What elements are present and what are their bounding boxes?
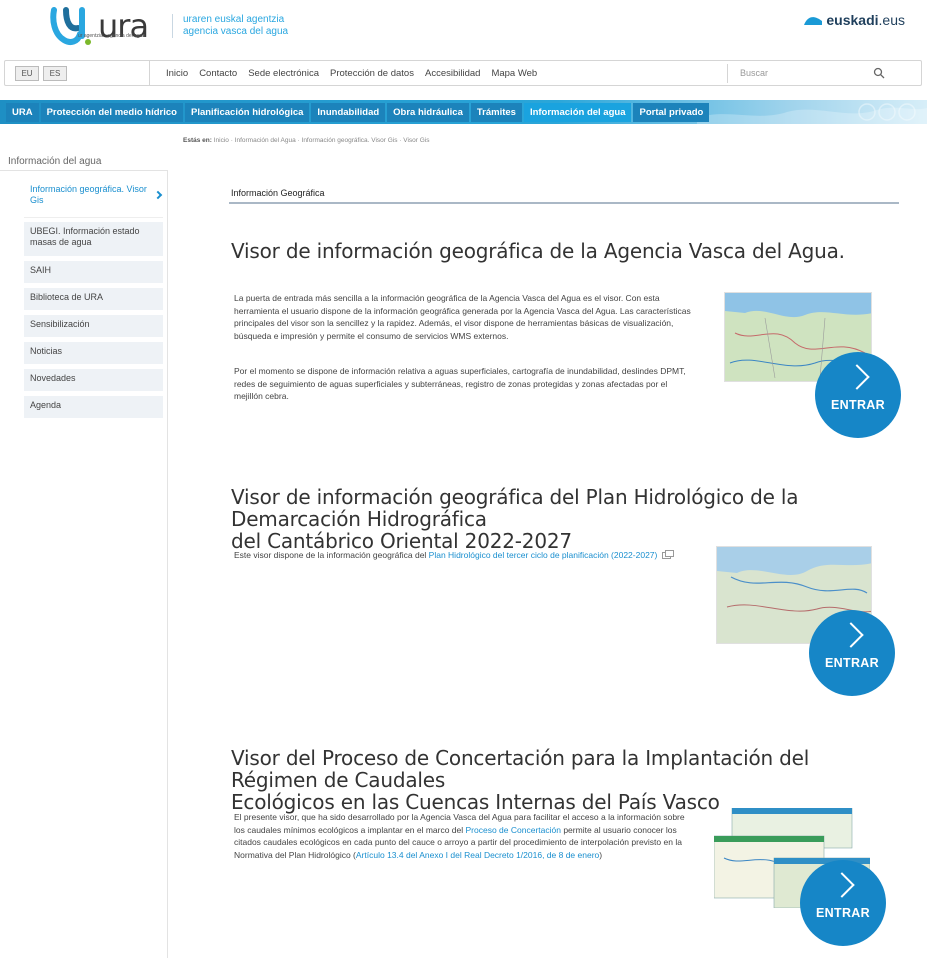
agency-line-es: agencia vasca del agua xyxy=(183,26,289,37)
sidebar-item-saih[interactable]: SAIH xyxy=(24,261,163,283)
sidebar-item-label: Biblioteca de URA xyxy=(30,292,104,302)
section-divider xyxy=(229,202,899,204)
entrar-label: ENTRAR xyxy=(831,398,885,412)
ura-logo[interactable]: ura xyxy=(48,6,149,46)
link-sede[interactable]: Sede electrónica xyxy=(248,68,319,79)
main-nav: URA Protección del medio hídrico Planifi… xyxy=(0,100,927,124)
sidebar-item-noticias[interactable]: Noticias xyxy=(24,342,163,364)
nav-planificacion[interactable]: Planificación hidrológica xyxy=(184,103,310,122)
block3-concertacion-link[interactable]: Proceso de Concertación xyxy=(466,825,561,835)
search-icon[interactable] xyxy=(873,67,885,79)
entrar-label: ENTRAR xyxy=(825,656,879,670)
sidebar-item-label: Información geográfica. Visor Gis xyxy=(30,184,147,205)
entrar-label: ENTRAR xyxy=(816,906,870,920)
block3-decreto-link[interactable]: Artículo 13.4 del Anexo I del Real Decre… xyxy=(356,850,599,860)
logo-subtitle: ur agentzia · agencia del agua xyxy=(78,33,146,39)
euskadi-logo-icon xyxy=(804,17,823,25)
breadcrumb-path[interactable]: Inicio · Información del Agua · Informac… xyxy=(214,137,430,144)
nav-portal-privado[interactable]: Portal privado xyxy=(633,103,710,122)
sidebar-item-sensibilizacion[interactable]: Sensibilización xyxy=(24,315,163,337)
chevron-right-icon xyxy=(829,872,855,898)
block3-text3: ) xyxy=(599,849,603,860)
chevron-right-icon xyxy=(153,190,163,200)
sidebar-item-label: Noticias xyxy=(30,346,63,356)
block1-entrar-button[interactable]: ENTRAR xyxy=(815,352,901,438)
section-label: Información Geográfica xyxy=(231,188,325,198)
block1-paragraph2: Por el momento se dispone de información… xyxy=(234,366,686,401)
sidebar-item-agenda[interactable]: Agenda xyxy=(24,396,163,418)
block3-entrar-button[interactable]: ENTRAR xyxy=(800,860,886,946)
sidebar-item-label: Agenda xyxy=(30,400,62,410)
euskadi-light: .eus xyxy=(878,12,905,28)
utility-links: Inicio Contacto Sede electrónica Protecc… xyxy=(149,61,548,85)
block2-entrar-button[interactable]: ENTRAR xyxy=(809,610,895,696)
sidebar-item-visor-gis[interactable]: Información geográfica. Visor Gis xyxy=(24,180,163,218)
block2-title-line1: Visor de información geográfica del Plan… xyxy=(231,485,799,531)
link-mapa-web[interactable]: Mapa Web xyxy=(491,68,537,79)
agency-name: uraren euskal agentzia agencia vasca del… xyxy=(172,14,288,38)
sidebar-title: Información del agua xyxy=(8,156,102,167)
nav-obra-hidraulica[interactable]: Obra hidráulica xyxy=(387,103,469,122)
sidebar-item-label: Novedades xyxy=(30,373,76,383)
sidebar-item-label: SAIH xyxy=(30,265,52,275)
breadcrumb: Estás en: Inicio · Información del Agua … xyxy=(183,137,430,144)
lang-eu-button[interactable]: EU xyxy=(15,66,39,81)
nav-decoration xyxy=(697,103,927,124)
breadcrumb-prefix: Estás en: xyxy=(183,137,212,144)
nav-inundabilidad[interactable]: Inundabilidad xyxy=(311,103,386,122)
block3-title-line1: Visor del Proceso de Concertación para l… xyxy=(231,746,810,792)
nav-tramites[interactable]: Trámites xyxy=(470,103,522,122)
block1-paragraph1: La puerta de entrada más sencilla a la i… xyxy=(234,293,691,341)
external-link-icon xyxy=(661,550,674,560)
link-proteccion-datos[interactable]: Protección de datos xyxy=(330,68,414,79)
chevron-right-icon xyxy=(844,364,870,390)
euskadi-logo[interactable]: euskadi .eus xyxy=(803,12,905,28)
sidebar-item-label: UBEGI. Información estado masas de agua xyxy=(30,226,140,247)
lang-es-button[interactable]: ES xyxy=(43,66,67,81)
utility-bar: EU ES Inicio Contacto Sede electrónica P… xyxy=(4,60,922,86)
link-inicio[interactable]: Inicio xyxy=(166,68,188,79)
sidebar-item-biblioteca[interactable]: Biblioteca de URA xyxy=(24,288,163,310)
sidebar-item-ubegi[interactable]: UBEGI. Información estado masas de agua xyxy=(24,222,163,256)
nav-informacion-agua[interactable]: Información del agua xyxy=(523,103,632,122)
block3-title: Visor del Proceso de Concertación para l… xyxy=(231,747,901,813)
block2-plan-link[interactable]: Plan Hidrológico del tercer ciclo de pla… xyxy=(429,550,658,560)
chevron-right-icon xyxy=(838,622,864,648)
agency-line-eu: uraren euskal agentzia xyxy=(183,14,285,25)
ura-logo-icon xyxy=(48,6,94,46)
euskadi-bold: euskadi xyxy=(826,12,879,28)
block3-paragraph: El presente visor, que ha sido desarroll… xyxy=(234,811,696,861)
block2-text: Este visor dispone de la información geo… xyxy=(234,550,429,560)
sidebar-item-novedades[interactable]: Novedades xyxy=(24,369,163,391)
block2-title: Visor de información geográfica del Plan… xyxy=(231,486,901,552)
block1-title: Visor de información geográfica de la Ag… xyxy=(231,239,845,263)
search-input[interactable]: Buscar xyxy=(727,64,897,83)
search-placeholder: Buscar xyxy=(740,68,769,78)
link-accesibilidad[interactable]: Accesibilidad xyxy=(425,68,480,79)
sidebar-item-label: Sensibilización xyxy=(30,319,90,329)
block2-paragraph: Este visor dispone de la información geo… xyxy=(234,549,696,562)
link-contacto[interactable]: Contacto xyxy=(199,68,237,79)
nav-proteccion[interactable]: Protección del medio hídrico xyxy=(40,103,183,122)
nav-ura[interactable]: URA xyxy=(6,103,39,122)
